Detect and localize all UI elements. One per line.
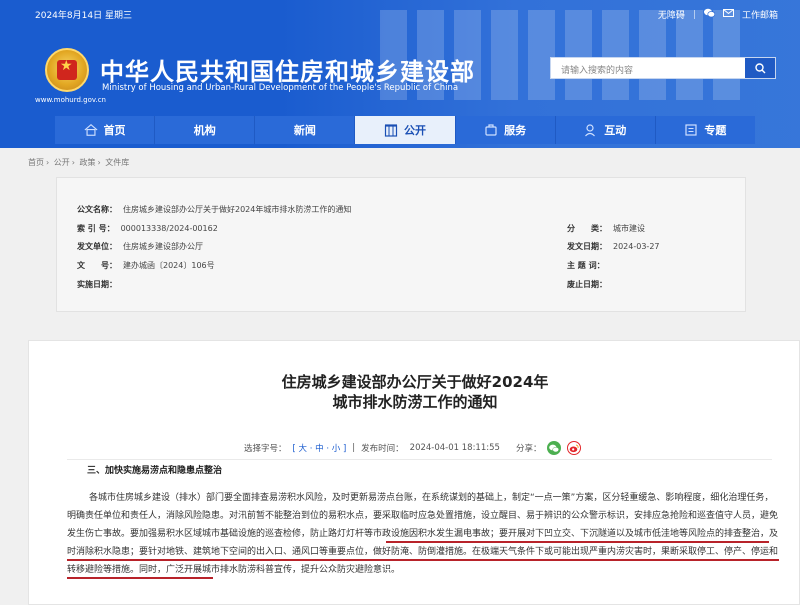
info-expire-row: 废止日期： — [567, 280, 607, 289]
search-input[interactable]: 请输入搜索的内容 — [561, 63, 633, 76]
meta-separator: | — [352, 443, 356, 453]
building-icon — [384, 123, 398, 137]
info-theme-row: 主 题 词： — [567, 261, 605, 270]
font-size-selector[interactable]: [ 大 · 中 · 小 ] — [293, 442, 347, 454]
article-title-line2: 城市排水防涝工作的通知 — [332, 393, 498, 411]
search-icon — [754, 62, 765, 73]
separator: | — [692, 9, 696, 20]
breadcrumb-library[interactable]: 文件库 — [105, 158, 129, 167]
breadcrumb-home[interactable]: 首页 — [28, 158, 44, 167]
national-emblem-logo[interactable]: ★ — [45, 48, 89, 92]
search-button[interactable] — [745, 58, 775, 78]
section-heading: 三、加快实施易涝点和隐患点整治 — [87, 466, 223, 476]
wechat-share-icon[interactable] — [547, 441, 562, 455]
info-issuer-row: 发文单位： 住房城乡建设部办公厅 — [77, 242, 203, 251]
nav-label: 机构 — [193, 124, 216, 137]
emphasis-underline — [67, 577, 213, 579]
mail-icon[interactable] — [722, 9, 734, 20]
nav-label: 首页 — [103, 124, 126, 137]
work-mail-link[interactable]: 工作邮箱 — [742, 8, 778, 21]
nav-organization[interactable]: 机构 — [155, 116, 256, 144]
breadcrumb-public[interactable]: 公开 — [54, 158, 70, 167]
nav-interaction[interactable]: 互动 — [555, 116, 656, 144]
document-info-box: 公文名称： 住房城乡建设部办公厅关于做好2024年城市排水防涝工作的通知 索 引 … — [56, 177, 746, 312]
site-header: 2024年8月14日 星期三 无障碍 | 工作邮箱 ★ www.mohurd.g… — [0, 0, 800, 148]
nav-service[interactable]: 服务 — [455, 116, 556, 144]
search-box[interactable]: 请输入搜索的内容 — [550, 57, 776, 79]
article-title-line1: 住房城乡建设部办公厅关于做好2024年 — [281, 373, 549, 391]
chat-icon — [584, 123, 598, 137]
nav-public[interactable]: 公开 — [355, 116, 456, 144]
nav-label: 服务 — [504, 124, 527, 137]
nav-label: 专题 — [704, 124, 727, 137]
wechat-icon[interactable] — [703, 8, 716, 21]
nav-news[interactable]: 新闻 — [255, 116, 356, 144]
nav-label: 新闻 — [293, 124, 316, 137]
info-title-row: 公文名称： 住房城乡建设部办公厅关于做好2024年城市排水防涝工作的通知 — [77, 205, 352, 214]
breadcrumb: 首页 › 公开 › 政策 › 文件库 — [28, 158, 130, 167]
top-bar: 2024年8月14日 星期三 无障碍 | 工作邮箱 — [0, 0, 800, 28]
article-meta: 选择字号： [ 大 · 中 · 小 ] | 发布时间： 2024-04-01 1… — [244, 441, 582, 455]
topic-icon — [684, 123, 698, 137]
article-panel: 住房城乡建设部办公厅关于做好2024年 城市排水防涝工作的通知 选择字号： [ … — [28, 340, 800, 605]
site-title-english: Ministry of Housing and Urban-Rural Deve… — [102, 83, 459, 93]
site-url: www.mohurd.gov.cn — [35, 96, 106, 104]
emphasis-underline — [67, 559, 779, 561]
nav-topics[interactable]: 专题 — [655, 116, 755, 144]
current-date: 2024年8月14日 星期三 — [35, 11, 132, 21]
article-paragraph: 各城市住房城乡建设（排水）部门要全面排查易涝积水风险，及时更新易涝点台账，在系统… — [67, 493, 779, 575]
info-category-row: 分 类： 城市建设 — [567, 224, 645, 233]
weibo-share-icon[interactable] — [567, 441, 582, 455]
doc-title-value: 住房城乡建设部办公厅关于做好2024年城市排水防涝工作的通知 — [123, 205, 352, 214]
service-icon — [484, 123, 498, 137]
site-title[interactable]: 中华人民共和国住房和城乡建设部 — [100, 52, 475, 87]
main-nav: 首页 机构 新闻 公开 服务 互动 专题 — [55, 116, 755, 144]
breadcrumb-policy[interactable]: 政策 — [80, 158, 96, 167]
info-index-row: 索 引 号： 000013338/2024-00162 — [77, 224, 218, 233]
accessibility-link[interactable]: 无障碍 — [658, 8, 685, 21]
publish-time: 2024-04-01 18:11:55 — [409, 443, 500, 453]
home-icon — [84, 123, 98, 137]
info-docno-row: 文 号： 建办城函〔2024〕106号 — [77, 261, 215, 270]
info-effective-row: 实施日期： — [77, 280, 117, 289]
nav-home[interactable]: 首页 — [55, 116, 156, 144]
info-date-row: 发文日期： 2024-03-27 — [567, 242, 660, 251]
divider — [67, 459, 772, 460]
emphasis-underline — [386, 541, 769, 543]
nav-label: 互动 — [604, 124, 627, 137]
nav-label: 公开 — [403, 124, 426, 137]
top-links: 无障碍 | 工作邮箱 — [658, 8, 778, 21]
